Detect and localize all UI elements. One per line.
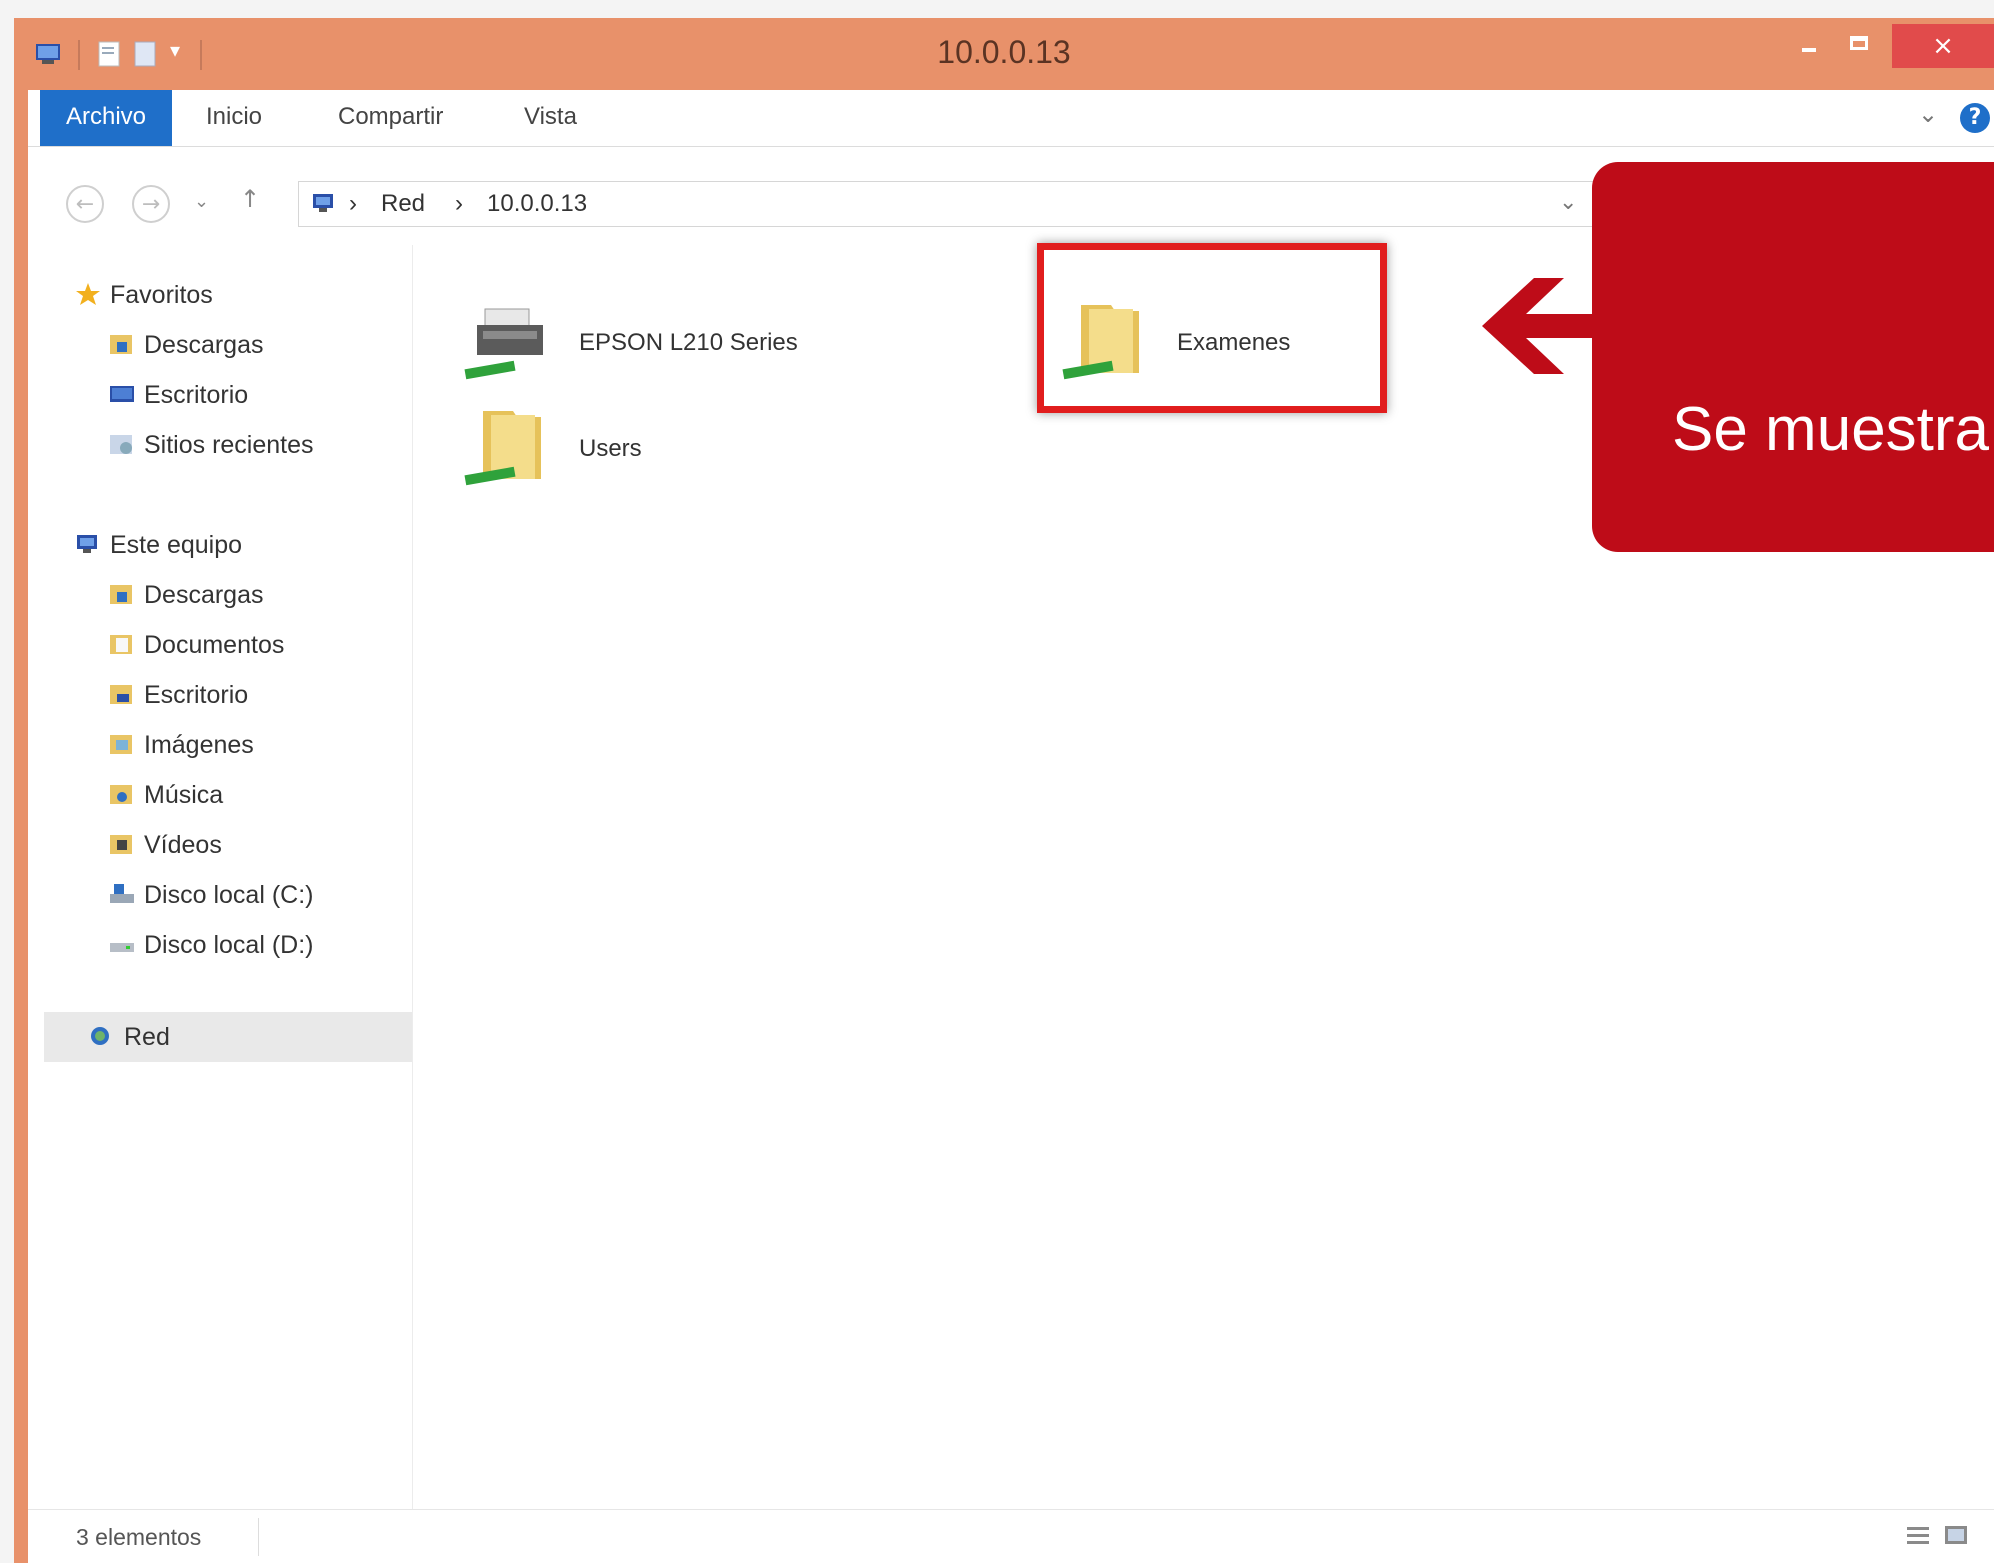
documents-folder-icon <box>110 635 132 655</box>
background-window-title <box>1014 18 1374 34</box>
close-icon: × <box>1932 31 1954 61</box>
network-item-users[interactable]: Users <box>455 393 755 503</box>
item-label: Users <box>579 435 642 462</box>
sidebar-item-imagenes[interactable]: Imágenes <box>108 725 254 765</box>
sidebar-this-pc-label: Este equipo <box>110 531 243 559</box>
sidebar-item-disco-c[interactable]: Disco local (C:) <box>108 875 313 915</box>
sidebar-item-label: Sitios recientes <box>144 431 314 459</box>
sidebar-item-descargas[interactable]: Descargas <box>108 325 264 365</box>
window-title: 10.0.0.13 <box>937 34 1071 70</box>
breadcrumb-separator: › <box>455 190 463 217</box>
tab-compartir[interactable]: Compartir <box>338 90 443 146</box>
tab-inicio[interactable]: Inicio <box>206 90 262 146</box>
highlight-box <box>1037 243 1387 413</box>
breadcrumb-separator: › <box>349 190 357 217</box>
sidebar-item-documentos[interactable]: Documentos <box>108 625 284 665</box>
desktop-icon <box>110 386 134 403</box>
sidebar-item-videos[interactable]: Vídeos <box>108 825 222 865</box>
sidebar-this-pc[interactable]: Este equipo <box>74 525 242 565</box>
sidebar-item-disco-d[interactable]: Disco local (D:) <box>108 925 313 965</box>
maximize-button[interactable] <box>1836 24 1886 68</box>
sidebar-favorites-label: Favoritos <box>110 281 213 309</box>
network-item-examenes[interactable]: Examenes <box>1037 243 1387 413</box>
navigation-pane: Favoritos Descargas Escritorio Sitios re… <box>28 245 413 1509</box>
pictures-folder-icon <box>110 735 132 755</box>
sidebar-favorites[interactable]: Favoritos <box>74 275 213 315</box>
sidebar-item-descargas-pc[interactable]: Descargas <box>108 575 264 615</box>
recent-locations-icon[interactable]: ⌄ <box>194 191 209 212</box>
folder-icon <box>464 411 541 486</box>
sidebar-item-label: Música <box>144 781 224 809</box>
sidebar-item-label: Escritorio <box>144 381 249 409</box>
callout-line-1: Se muestra <box>1672 395 1990 464</box>
callout-arrow-icon <box>1482 278 1594 374</box>
sidebar-item-label: Escritorio <box>144 681 249 709</box>
sidebar-item-label: Vídeos <box>144 831 222 859</box>
network-globe-icon <box>91 1027 109 1046</box>
downloads-folder-icon <box>110 585 132 605</box>
sidebar-item-label: Imágenes <box>144 731 254 759</box>
item-label: EPSON L210 Series <box>579 329 798 356</box>
forward-button[interactable]: → <box>132 185 170 223</box>
videos-folder-icon <box>110 835 132 855</box>
network-icon <box>313 194 333 212</box>
breadcrumb-red[interactable]: Red <box>381 190 425 218</box>
printer-icon <box>464 308 543 380</box>
music-folder-icon <box>110 785 132 805</box>
address-dropdown-icon[interactable]: ⌄ <box>1559 190 1577 215</box>
callout-text: Se muestra la carpeta “Exámenes” <box>1672 250 1994 1042</box>
sidebar-item-label: Documentos <box>144 631 285 659</box>
tab-archivo[interactable]: Archivo <box>40 90 172 146</box>
network-item-printer[interactable]: EPSON L210 Series <box>455 287 875 397</box>
tab-vista[interactable]: Vista <box>524 90 577 146</box>
desktop-folder-icon <box>110 685 132 705</box>
callout-line-2: la carpeta <box>1672 611 1945 680</box>
title-bar: ▾ 10.0.0.13 × <box>14 18 1994 90</box>
sidebar-item-sitios-recientes[interactable]: Sitios recientes <box>108 425 314 465</box>
sidebar-item-label: Disco local (C:) <box>144 881 314 909</box>
back-arrow-icon: ← <box>75 192 95 217</box>
sidebar-item-red[interactable]: Red <box>88 1017 170 1057</box>
sidebar-item-musica[interactable]: Música <box>108 775 223 815</box>
computer-icon <box>77 535 97 554</box>
expand-ribbon-icon[interactable]: ⌄ <box>1918 100 1938 128</box>
item-count: 3 elementos <box>76 1524 202 1550</box>
minimize-button[interactable] <box>1784 24 1834 68</box>
sidebar-item-escritorio-pc[interactable]: Escritorio <box>108 675 248 715</box>
minimize-icon <box>1802 48 1816 52</box>
drive-icon <box>110 943 134 953</box>
large-icons-view-icon[interactable] <box>1942 1522 1970 1550</box>
sidebar-item-label: Descargas <box>144 331 264 359</box>
forward-arrow-icon: → <box>141 192 161 217</box>
ribbon: Archivo Inicio Compartir Vista ⌄ ? <box>28 90 1994 147</box>
status-bar: 3 elementos <box>28 1509 1994 1563</box>
sidebar-item-label: Disco local (D:) <box>144 931 314 959</box>
callout-line-3: “Exámenes” <box>1672 827 1994 896</box>
system-drive-icon <box>110 884 134 904</box>
details-view-icon[interactable] <box>1904 1522 1932 1550</box>
callout-box: Se muestra la carpeta “Exámenes” <box>1592 162 1994 896</box>
downloads-folder-icon <box>110 335 132 355</box>
back-button[interactable]: ← <box>66 185 104 223</box>
status-separator <box>258 1518 259 1556</box>
help-icon[interactable]: ? <box>1960 103 1990 133</box>
up-button[interactable]: ↑ <box>240 185 260 213</box>
address-bar[interactable]: › Red › 10.0.0.13 ⌄ <box>298 181 1598 227</box>
close-button[interactable]: × <box>1892 24 1994 68</box>
maximize-icon <box>1850 36 1868 50</box>
sidebar-item-label: Red <box>124 1023 170 1051</box>
breadcrumb-ip[interactable]: 10.0.0.13 <box>487 190 587 218</box>
sidebar-item-label: Descargas <box>144 581 264 609</box>
star-icon <box>76 283 100 306</box>
sidebar-item-escritorio[interactable]: Escritorio <box>108 375 248 415</box>
recent-places-icon <box>110 435 132 455</box>
